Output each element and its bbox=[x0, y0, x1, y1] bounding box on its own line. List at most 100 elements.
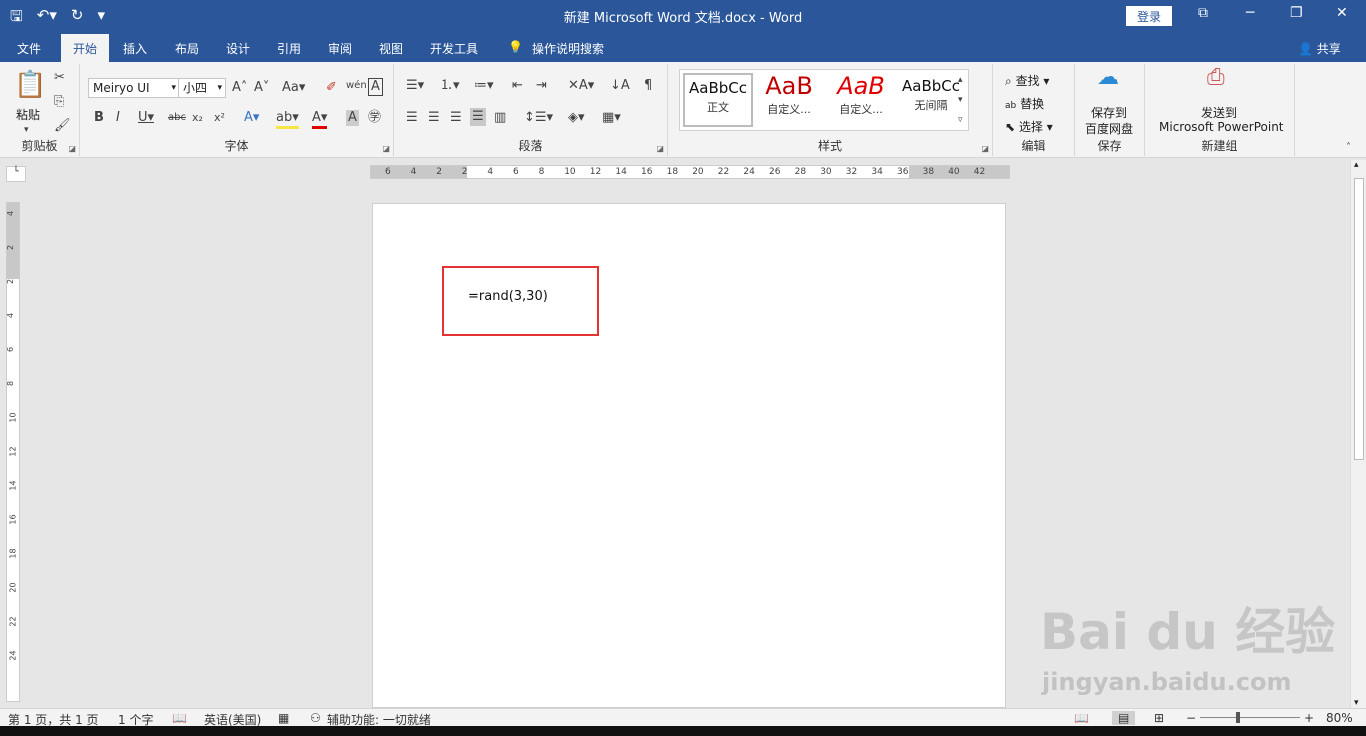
find-button[interactable]: ⌕ 查找 ▾ bbox=[1005, 72, 1049, 89]
scroll-down-icon[interactable]: ▾ bbox=[958, 92, 963, 108]
style-normal[interactable]: AaBbCc 正文 bbox=[683, 73, 753, 127]
zoom-in-icon[interactable]: + bbox=[1304, 711, 1314, 725]
italic-icon[interactable]: I bbox=[116, 110, 120, 126]
proofing-icon[interactable]: 📖 bbox=[172, 711, 187, 725]
baidu-cloud-icon[interactable]: ☁ bbox=[1097, 67, 1119, 89]
tab-developer[interactable]: 开发工具 bbox=[430, 40, 478, 57]
send-to-ppt-line1[interactable]: 发送到 bbox=[1201, 104, 1237, 121]
dialog-launcher-icon[interactable]: ◪ bbox=[382, 144, 390, 153]
clear-formatting-icon[interactable]: ✐ bbox=[326, 80, 337, 96]
tab-insert[interactable]: 插入 bbox=[123, 40, 147, 57]
zoom-slider-thumb[interactable] bbox=[1236, 712, 1240, 723]
font-name-combo[interactable]: Meiryo UI ▾ bbox=[88, 78, 180, 98]
borders-icon[interactable]: ▦▾ bbox=[602, 110, 621, 126]
font-name-value: Meiryo UI bbox=[93, 81, 150, 95]
show-marks-icon[interactable]: ¶ bbox=[644, 78, 652, 94]
char-shading-icon[interactable]: A bbox=[346, 110, 359, 126]
vertical-ruler[interactable]: 4 2 2 4 6 8 10 12 14 16 18 20 22 24 bbox=[6, 202, 20, 702]
zoom-level[interactable]: 80% bbox=[1326, 711, 1353, 725]
maximize-icon[interactable]: ❐ bbox=[1290, 5, 1303, 21]
align-left-icon[interactable]: ☰ bbox=[406, 110, 418, 126]
powerpoint-icon[interactable]: ⎙ bbox=[1207, 67, 1225, 89]
scrollbar-thumb[interactable] bbox=[1354, 178, 1364, 460]
decrease-indent-icon[interactable]: ⇤ bbox=[512, 78, 523, 94]
grow-font-icon[interactable]: A˄ bbox=[232, 80, 247, 96]
print-layout-icon[interactable]: ▤ bbox=[1112, 711, 1136, 725]
superscript-icon[interactable]: x² bbox=[214, 110, 225, 126]
bold-icon[interactable]: B bbox=[94, 110, 104, 126]
replace-button[interactable]: ab 替换 bbox=[1005, 95, 1044, 112]
sort-icon[interactable]: ↓A bbox=[610, 78, 630, 94]
dialog-launcher-icon[interactable]: ◪ bbox=[656, 144, 664, 153]
tab-review[interactable]: 审阅 bbox=[328, 40, 352, 57]
ruler-number: 18 bbox=[8, 548, 18, 559]
format-painter-icon[interactable]: 🖌 bbox=[54, 118, 71, 134]
paste-icon[interactable]: 📋 bbox=[14, 70, 46, 100]
phonetic-guide-icon[interactable]: wén bbox=[346, 78, 367, 94]
scroll-up-icon[interactable]: ▴ bbox=[1354, 160, 1359, 170]
select-button[interactable]: ⬉ 选择 ▾ bbox=[1005, 118, 1053, 135]
tab-selector[interactable]: └ bbox=[6, 166, 26, 182]
char-border-icon[interactable]: A bbox=[368, 78, 383, 96]
tab-references[interactable]: 引用 bbox=[277, 40, 301, 57]
style-no-spacing[interactable]: AaBbCc 无间隔 bbox=[896, 73, 966, 127]
collapse-ribbon-icon[interactable]: ˄ bbox=[1346, 140, 1351, 156]
close-icon[interactable]: ✕ bbox=[1336, 5, 1348, 21]
cut-icon[interactable]: ✂ bbox=[54, 70, 65, 86]
highlight-color-icon[interactable]: ab▾ bbox=[276, 110, 299, 129]
read-mode-icon[interactable]: 📖 bbox=[1074, 711, 1089, 725]
shrink-font-icon[interactable]: A˅ bbox=[254, 80, 269, 96]
save-baidu-line2[interactable]: 百度网盘 bbox=[1085, 120, 1133, 137]
align-right-icon[interactable]: ☰ bbox=[450, 110, 462, 126]
send-to-ppt-line2[interactable]: Microsoft PowerPoint bbox=[1159, 120, 1284, 134]
share-button[interactable]: 👤 共享 bbox=[1298, 40, 1341, 57]
macro-icon[interactable]: ▦ bbox=[278, 711, 289, 725]
numbering-icon[interactable]: ⒈▾ bbox=[440, 78, 460, 94]
subscript-icon[interactable]: x₂ bbox=[192, 110, 203, 126]
minimize-icon[interactable]: ─ bbox=[1246, 5, 1254, 21]
align-center-icon[interactable]: ☰ bbox=[428, 110, 440, 126]
tell-me-search[interactable]: 操作说明搜索 bbox=[532, 40, 604, 57]
save-baidu-line1[interactable]: 保存到 bbox=[1091, 104, 1127, 121]
font-size-combo[interactable]: 小四 ▾ bbox=[178, 78, 226, 98]
increase-indent-icon[interactable]: ⇥ bbox=[536, 78, 547, 94]
vertical-scrollbar[interactable]: ▴ ▾ bbox=[1350, 160, 1366, 708]
strikethrough-icon[interactable]: abc bbox=[168, 110, 186, 126]
justify-icon[interactable]: ☰ bbox=[470, 108, 486, 126]
tab-view[interactable]: 视图 bbox=[379, 40, 403, 57]
dialog-launcher-icon[interactable]: ◪ bbox=[68, 144, 76, 153]
chevron-down-icon[interactable]: ▾ bbox=[24, 122, 29, 138]
text-effects-icon[interactable]: A▾ bbox=[244, 110, 259, 126]
copy-icon[interactable]: ⎘ bbox=[54, 94, 64, 110]
change-case-icon[interactable]: Aa▾ bbox=[282, 80, 305, 96]
enclose-char-icon[interactable]: ㊫ bbox=[368, 110, 381, 126]
tab-home[interactable]: 开始 bbox=[61, 34, 110, 62]
accessibility-icon[interactable]: ⚇ bbox=[310, 711, 321, 725]
asian-layout-icon[interactable]: ✕A▾ bbox=[568, 78, 594, 94]
scroll-up-icon[interactable]: ▴ bbox=[958, 72, 963, 88]
tab-design[interactable]: 设计 bbox=[226, 40, 250, 57]
distributed-icon[interactable]: ▥ bbox=[494, 110, 506, 126]
underline-icon[interactable]: U▾ bbox=[138, 110, 154, 126]
line-spacing-icon[interactable]: ↕☰▾ bbox=[524, 110, 553, 126]
tab-layout[interactable]: 布局 bbox=[175, 40, 199, 57]
web-layout-icon[interactable]: ⊞ bbox=[1154, 711, 1164, 725]
scroll-down-icon[interactable]: ▾ bbox=[1354, 698, 1359, 708]
shading-icon[interactable]: ◈▾ bbox=[568, 110, 585, 126]
dialog-launcher-icon[interactable]: ◪ bbox=[981, 144, 989, 153]
style-custom-1[interactable]: AaB 自定义... bbox=[754, 73, 824, 127]
multilevel-list-icon[interactable]: ≔▾ bbox=[474, 78, 494, 94]
more-styles-icon[interactable]: ▿ bbox=[958, 112, 963, 128]
login-button[interactable]: 登录 bbox=[1126, 6, 1172, 26]
tab-file[interactable]: 文件 bbox=[17, 40, 41, 57]
bullets-icon[interactable]: ☰▾ bbox=[406, 78, 424, 94]
zoom-out-icon[interactable]: − bbox=[1186, 711, 1196, 725]
horizontal-ruler[interactable]: 6 4 2 2 4 6 8 10 12 14 16 18 20 22 24 26 28 30 32 34 36 38 40 4… bbox=[370, 165, 1010, 179]
ruler-number: 24 bbox=[743, 167, 755, 177]
paste-button[interactable]: 粘贴 bbox=[16, 106, 40, 123]
style-custom-2[interactable]: AaB 自定义... bbox=[826, 73, 896, 127]
font-color-icon[interactable]: A▾ bbox=[312, 110, 328, 129]
zoom-slider-track[interactable] bbox=[1200, 717, 1300, 718]
document-text[interactable]: =rand(3,30) bbox=[468, 289, 548, 304]
ribbon-display-icon[interactable]: ⧉ bbox=[1198, 5, 1208, 21]
